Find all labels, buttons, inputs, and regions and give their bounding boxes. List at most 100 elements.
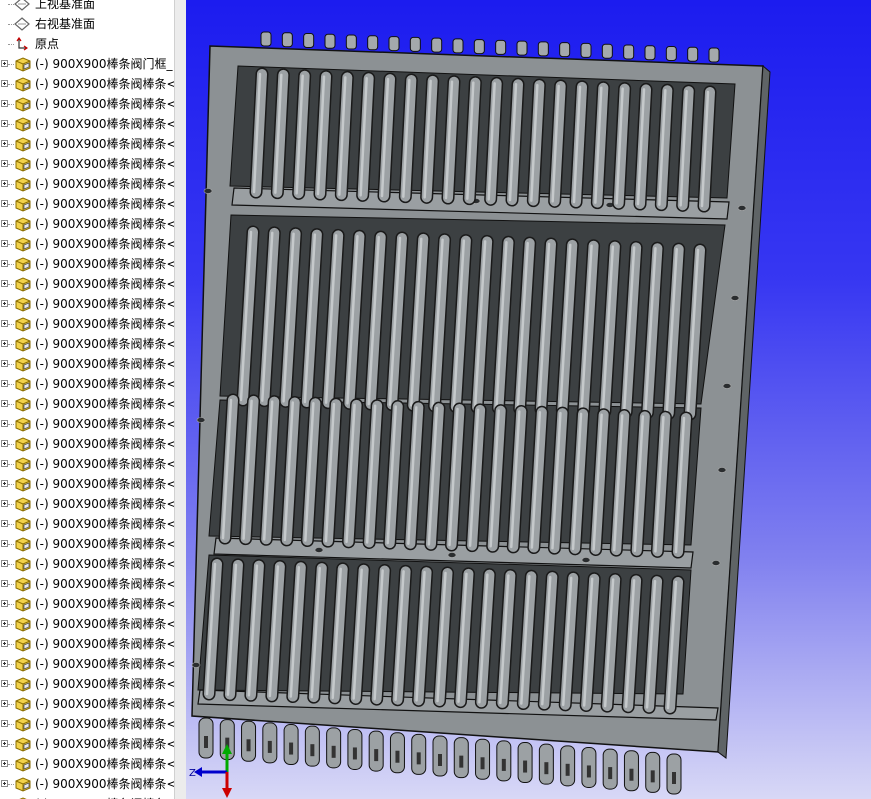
tree-item-part[interactable]: (-) 900X900棒条阀棒条< — [0, 134, 174, 154]
expand-icon[interactable] — [1, 460, 8, 467]
expand-icon[interactable] — [1, 500, 8, 507]
tree-item-label: (-) 900X900棒条阀棒条< — [35, 197, 174, 211]
expand-icon[interactable] — [1, 380, 8, 387]
part-icon — [15, 497, 31, 512]
tree-item-part[interactable]: (-) 900X900棒条阀棒条< — [0, 194, 174, 214]
panel-splitter[interactable] — [174, 0, 186, 799]
expand-icon[interactable] — [1, 680, 8, 687]
tree-item-part[interactable]: (-) 900X900棒条阀棒条< — [0, 234, 174, 254]
tree-item-part[interactable]: (-) 900X900棒条阀棒条< — [0, 74, 174, 94]
expand-icon[interactable] — [1, 640, 8, 647]
expand-icon[interactable] — [1, 400, 8, 407]
expand-icon[interactable] — [1, 580, 8, 587]
expand-icon[interactable] — [1, 560, 8, 567]
tree-item-part[interactable]: (-) 900X900棒条阀棒条< — [0, 774, 174, 794]
tree-item-origin[interactable]: 原点 — [0, 34, 174, 54]
tree-item-part[interactable]: (-) 900X900棒条阀棒条< — [0, 374, 174, 394]
tree-item-part[interactable]: (-) 900X900棒条阀棒条< — [0, 654, 174, 674]
expand-icon[interactable] — [1, 320, 8, 327]
expand-icon[interactable] — [1, 360, 8, 367]
expand-icon[interactable] — [1, 80, 8, 87]
rod-end-slot — [246, 739, 251, 752]
tree-item-part[interactable]: (-) 900X900棒条阀棒条< — [0, 314, 174, 334]
expand-icon[interactable] — [1, 540, 8, 547]
tree-item-part[interactable]: (-) 900X900棒条阀棒条< — [0, 214, 174, 234]
tree-item-part[interactable]: (-) 900X900棒条阀棒条< — [0, 354, 174, 374]
tree-item-part[interactable]: (-) 900X900棒条阀棒条< — [0, 534, 174, 554]
tree-item-plane[interactable]: 上视基准面 — [0, 0, 174, 14]
expand-icon[interactable] — [1, 260, 8, 267]
tree-item-part[interactable]: (-) 900X900棒条阀棒条< — [0, 334, 174, 354]
tree-item-part[interactable]: (-) 900X900棒条阀棒条< — [0, 94, 174, 114]
expand-icon[interactable] — [1, 240, 8, 247]
tree-item-part[interactable]: (-) 900X900棒条阀棒条< — [0, 594, 174, 614]
tree-item-label: (-) 900X900棒条阀棒条< — [35, 497, 174, 511]
tree-item-part[interactable]: (-) 900X900棒条阀棒条< — [0, 554, 174, 574]
tree-item-part[interactable]: (-) 900X900棒条阀棒条< — [0, 474, 174, 494]
tree-item-part[interactable]: (-) 900X900棒条阀棒条< — [0, 674, 174, 694]
top-peg — [644, 45, 656, 61]
tree-item-part[interactable]: (-) 900X900棒条阀棒条< — [0, 494, 174, 514]
tree-item-part[interactable]: (-) 900X900棒条阀棒条< — [0, 294, 174, 314]
expand-icon[interactable] — [1, 740, 8, 747]
tree-item-part[interactable]: (-) 900X900棒条阀棒条< — [0, 754, 174, 774]
tree-item-label: (-) 900X900棒条阀棒条< — [35, 297, 174, 311]
expand-icon[interactable] — [1, 200, 8, 207]
expand-icon[interactable] — [1, 760, 8, 767]
expand-icon[interactable] — [1, 480, 8, 487]
tree-item-part[interactable]: (-) 900X900棒条阀棒条< — [0, 794, 174, 799]
expand-icon[interactable] — [1, 720, 8, 727]
tree-item-label: (-) 900X900棒条阀棒条< — [35, 677, 174, 691]
expand-icon[interactable] — [1, 280, 8, 287]
tree-item-part[interactable]: (-) 900X900棒条阀棒条< — [0, 114, 174, 134]
part-icon — [15, 237, 31, 252]
expand-icon[interactable] — [1, 120, 8, 127]
part-icon — [15, 617, 31, 632]
tree-item-part[interactable]: (-) 900X900棒条阀棒条< — [0, 734, 174, 754]
expand-icon[interactable] — [1, 60, 8, 67]
tree-item-part[interactable]: (-) 900X900棒条阀棒条< — [0, 454, 174, 474]
tree-item-part[interactable]: (-) 900X900棒条阀棒条< — [0, 174, 174, 194]
expand-icon[interactable] — [1, 440, 8, 447]
expand-icon[interactable] — [1, 140, 8, 147]
part-icon — [15, 277, 31, 292]
expand-icon[interactable] — [1, 300, 8, 307]
bolt-hole — [196, 417, 206, 423]
tree-item-part[interactable]: (-) 900X900棒条阀棒条< — [0, 714, 174, 734]
tree-item-part[interactable]: (-) 900X900棒条阀棒条< — [0, 414, 174, 434]
tree-item-part[interactable]: (-) 900X900棒条阀棒条< — [0, 274, 174, 294]
tree-item-part[interactable]: (-) 900X900棒条阀棒条< — [0, 434, 174, 454]
tree-item-part[interactable]: (-) 900X900棒条阀门框_ — [0, 54, 174, 74]
expand-icon[interactable] — [1, 700, 8, 707]
expand-icon[interactable] — [1, 340, 8, 347]
expand-icon[interactable] — [1, 660, 8, 667]
tree-item-part[interactable]: (-) 900X900棒条阀棒条< — [0, 394, 174, 414]
tree-item-part[interactable]: (-) 900X900棒条阀棒条< — [0, 514, 174, 534]
tree-item-label: (-) 900X900棒条阀棒条< — [35, 217, 174, 231]
tree-item-label: (-) 900X900棒条阀棒条< — [35, 794, 174, 799]
expand-icon[interactable] — [1, 520, 8, 527]
rod-end-slot — [650, 770, 655, 783]
expand-icon[interactable] — [1, 620, 8, 627]
tree-item-part[interactable]: (-) 900X900棒条阀棒条< — [0, 254, 174, 274]
tree-item-part[interactable]: (-) 900X900棒条阀棒条< — [0, 154, 174, 174]
expand-icon[interactable] — [1, 600, 8, 607]
tree-item-part[interactable]: (-) 900X900棒条阀棒条< — [0, 634, 174, 654]
tree-item-plane[interactable]: 右视基准面 — [0, 14, 174, 34]
tree-item-label: (-) 900X900棒条阀门框_ — [35, 57, 173, 71]
part-icon — [15, 97, 31, 112]
expand-icon[interactable] — [1, 160, 8, 167]
rod-end-slot — [672, 772, 676, 784]
expand-icon[interactable] — [1, 100, 8, 107]
tree-item-part[interactable]: (-) 900X900棒条阀棒条< — [0, 694, 174, 714]
expand-icon[interactable] — [1, 420, 8, 427]
rod-end-slot — [565, 763, 570, 776]
expand-icon[interactable] — [1, 180, 8, 187]
plane-icon — [14, 17, 30, 31]
tree-item-part[interactable]: (-) 900X900棒条阀棒条< — [0, 614, 174, 634]
tree-item-part[interactable]: (-) 900X900棒条阀棒条< — [0, 574, 174, 594]
expand-icon[interactable] — [1, 780, 8, 787]
expand-icon[interactable] — [1, 220, 8, 227]
graphics-viewport[interactable] — [186, 0, 871, 799]
bar-valve-model[interactable] — [186, 0, 871, 799]
